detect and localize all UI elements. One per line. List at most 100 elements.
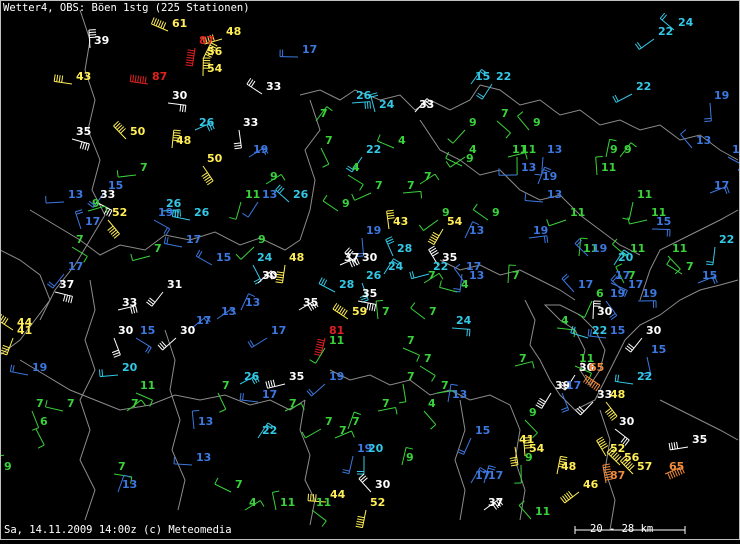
barb-tick (102, 369, 103, 376)
station-gust-value: 57 (637, 460, 652, 473)
station-gust-value: 59 (352, 305, 367, 318)
barb-tick (243, 393, 244, 400)
barb-tick (99, 370, 100, 377)
wind-barb (55, 292, 72, 303)
station-gust-value: 19 (610, 287, 625, 300)
barb-tick (234, 145, 241, 146)
barb-tick (167, 237, 168, 244)
barb-staff (321, 148, 329, 164)
wind-barb (312, 510, 326, 527)
station-gust-value: 9 (270, 170, 278, 183)
station-gust-value: 4 (461, 278, 469, 291)
wind-barb (357, 456, 364, 474)
barb-tick (352, 194, 355, 200)
barb-tick (525, 193, 526, 200)
barb-tick (377, 135, 380, 141)
wind-barb (248, 338, 267, 347)
wind-barb (36, 429, 44, 448)
station-gust-value: 11 (672, 242, 687, 255)
station-gust-value: 13 (245, 296, 260, 309)
station-gust-value: 13 (452, 388, 467, 401)
barb-staff (172, 216, 190, 220)
barb-tick (156, 19, 159, 25)
wind-barb (448, 130, 465, 143)
station-gust-value: 30 (180, 324, 196, 337)
barb-staff (549, 220, 566, 226)
barb-tick (271, 380, 273, 387)
station-gust-value: 26 (244, 370, 260, 383)
barb-staff (412, 274, 429, 279)
station-gust-value: 17 (262, 388, 277, 401)
wind-barb (234, 130, 242, 149)
barb-tick (356, 524, 363, 525)
station-gust-value: 17 (302, 43, 317, 56)
barb-staff (464, 438, 471, 454)
wind-barb (280, 50, 298, 57)
barb-staff (236, 202, 241, 219)
barb-staff (248, 202, 258, 217)
station-gust-value: 13 (262, 188, 277, 201)
station-gust-value: 35 (303, 296, 318, 309)
wind-barb (114, 121, 126, 139)
barb-staff (174, 464, 192, 465)
station-gust-value: 33 (419, 98, 434, 111)
barb-staff (452, 328, 470, 329)
wind-barb (236, 247, 254, 259)
wind-barb (266, 380, 285, 389)
barb-tick (357, 521, 364, 522)
wind-barb (276, 185, 289, 202)
barb-tick (610, 139, 617, 140)
station-gust-value: 9 (624, 143, 632, 156)
station-gust-value: 22 (366, 143, 381, 156)
barb-tick (84, 256, 88, 262)
station-gust-value: 19 (32, 361, 47, 374)
barb-staff (668, 256, 680, 269)
barb-tick (668, 473, 671, 479)
map-footer: Sa, 14.11.2009 14:00z (c) Meteomedia (4, 524, 232, 536)
wind-barb (728, 157, 740, 172)
barb-staff (376, 301, 378, 319)
barb-tick (187, 57, 194, 58)
station-gust-value: 26 (166, 197, 182, 210)
station-gust-value: 7 (501, 107, 509, 120)
wind-barb (706, 247, 715, 265)
barb-tick (446, 161, 450, 167)
barb-tick (489, 466, 496, 468)
barb-tick (357, 519, 364, 520)
station-gust-value: 22 (637, 370, 652, 383)
barb-tick (706, 262, 713, 263)
wind-barb (302, 429, 321, 438)
wind-barb (605, 402, 617, 421)
station-gust-value: 7 (519, 352, 527, 365)
wind-barb (597, 437, 608, 456)
station-gust-value: 11 (245, 188, 260, 201)
barb-tick (13, 365, 14, 372)
station-gust-value: 19 (542, 170, 557, 183)
wind-barb (440, 281, 457, 292)
wind-barb (669, 442, 688, 450)
station-gust-value: 19 (366, 224, 381, 237)
barb-staff (323, 201, 338, 211)
station-gust-value: 4 (398, 134, 406, 147)
station-gust-value: 13 (221, 305, 236, 318)
barb-tick (506, 133, 511, 138)
station-gust-value: 13 (469, 224, 484, 237)
barb-tick (367, 102, 368, 109)
border-line (455, 400, 465, 520)
station-gust-value: 7 (382, 305, 390, 318)
barb-tick (410, 272, 412, 279)
station-labels: 3961488756541743873033242215222219262433… (4, 16, 740, 518)
barb-staff (403, 348, 419, 355)
barb-tick (386, 237, 392, 240)
barb-staff (305, 429, 321, 438)
barb-tick (704, 121, 711, 122)
station-gust-value: 24 (678, 16, 694, 29)
wind-barb (525, 193, 543, 202)
barb-tick (677, 442, 678, 449)
station-gust-value: 9 (610, 143, 618, 156)
border-line (420, 120, 640, 255)
station-gust-value: 15 (475, 70, 490, 83)
station-gust-value: 46 (583, 478, 599, 491)
barb-tick (356, 526, 363, 527)
station-gust-value: 17 (186, 233, 201, 246)
